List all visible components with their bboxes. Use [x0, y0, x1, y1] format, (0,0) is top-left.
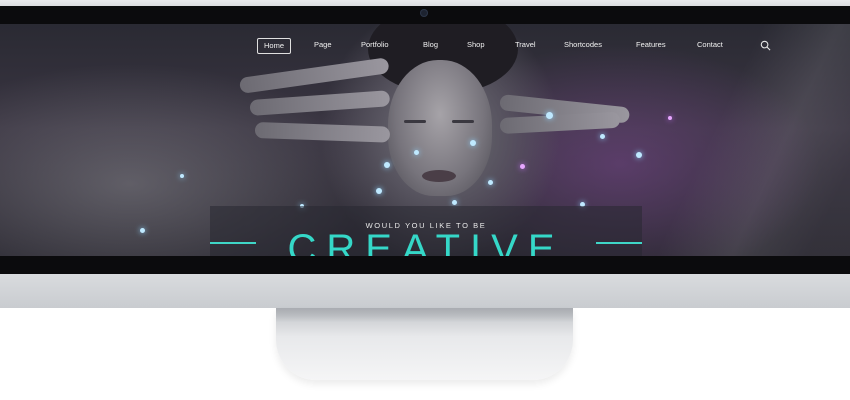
particle [470, 140, 476, 146]
hero-lips [422, 170, 456, 182]
monitor-chin [0, 274, 850, 308]
particle [600, 134, 605, 139]
nav-shortcodes[interactable]: Shortcodes [558, 38, 608, 52]
particle [180, 174, 184, 178]
hero-eye-right [452, 120, 474, 123]
nav-shop[interactable]: Shop [461, 38, 491, 52]
hero-eye-left [404, 120, 426, 123]
search-icon[interactable] [760, 40, 771, 51]
hero-hand-left [238, 57, 390, 94]
particle [452, 200, 457, 205]
nav-features[interactable]: Features [630, 38, 672, 52]
main-nav: Home Page Portfolio Blog Shop Travel Sho… [0, 38, 850, 56]
hero-hand-left [254, 122, 391, 143]
monitor-stand-shadow [276, 308, 573, 322]
camera-icon [420, 9, 428, 17]
monitor-bezel-bottom [0, 256, 850, 274]
nav-contact[interactable]: Contact [691, 38, 729, 52]
particle [376, 188, 382, 194]
nav-portfolio[interactable]: Portfolio [355, 38, 395, 52]
hero-hand-left [249, 90, 391, 116]
nav-page[interactable]: Page [308, 38, 338, 52]
hero-hand-right [499, 111, 621, 134]
nav-travel[interactable]: Travel [509, 38, 542, 52]
particle [668, 116, 672, 120]
particle [546, 112, 553, 119]
particle [636, 152, 642, 158]
particle [488, 180, 493, 185]
particle [140, 228, 145, 233]
particle [520, 164, 525, 169]
nav-home[interactable]: Home [257, 38, 292, 54]
nav-blog[interactable]: Blog [417, 38, 444, 52]
particle [414, 150, 419, 155]
website-screen: WOULD YOU LIKE TO BE CREATIVE Home Page … [0, 24, 850, 256]
hero-headline: CREATIVE [287, 227, 565, 256]
particle [384, 162, 390, 168]
